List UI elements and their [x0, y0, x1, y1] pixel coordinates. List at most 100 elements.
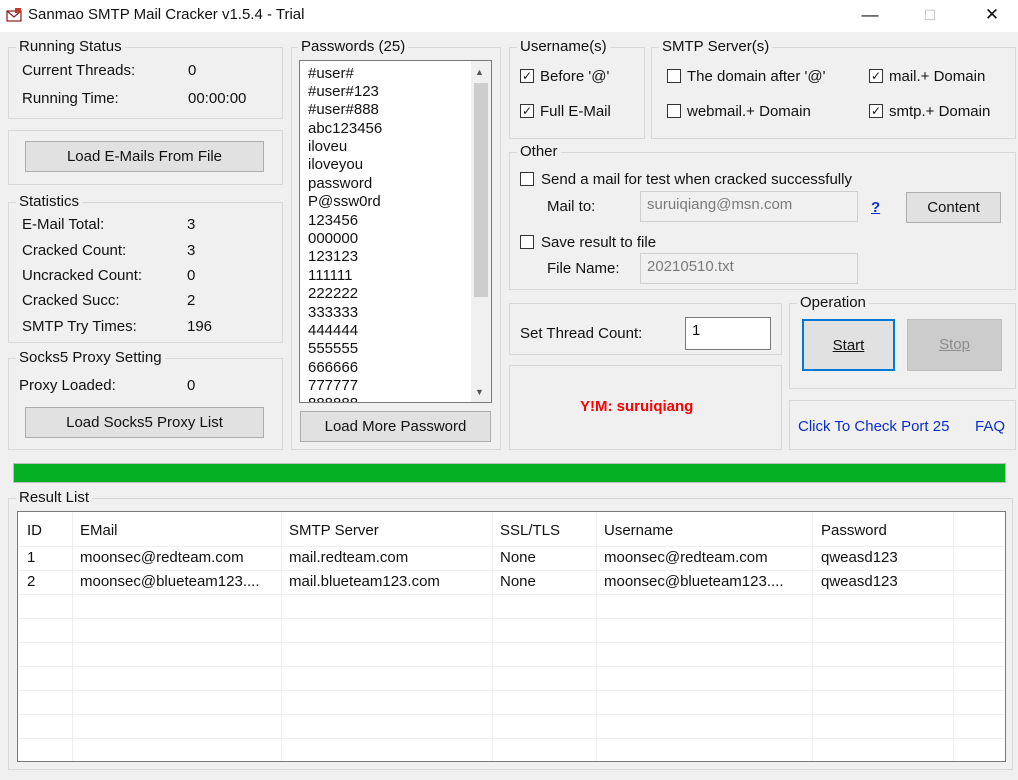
list-item[interactable]: 123123 — [308, 248, 358, 265]
column-header-smtp-server[interactable]: SMTP Server — [289, 522, 379, 539]
list-item[interactable]: 222222 — [308, 285, 358, 302]
full-email-checkbox[interactable]: ✓ — [520, 104, 534, 118]
list-item[interactable]: iloveyou — [308, 156, 363, 173]
cell-email: moonsec@blueteam123.... — [80, 573, 260, 590]
minimize-button[interactable]: — — [857, 4, 883, 26]
contact-text: Y!M: suruiqiang — [580, 398, 694, 415]
running-time-value: 00:00:00 — [188, 90, 247, 107]
before-at-checkbox[interactable]: ✓ — [520, 69, 534, 83]
window-title: Sanmao SMTP Mail Cracker v1.5.4 - Trial — [28, 6, 305, 23]
scroll-down-icon[interactable]: ▼ — [475, 387, 484, 397]
list-item[interactable]: P@ssw0rd — [308, 193, 381, 210]
file-name-field[interactable]: 20210510.txt — [640, 253, 858, 284]
domain-after-at-label[interactable]: The domain after '@' — [687, 68, 826, 85]
column-header-id[interactable]: ID — [27, 522, 42, 539]
load-proxy-button[interactable]: Load Socks5 Proxy List — [25, 407, 264, 438]
cell-username: moonsec@blueteam123.... — [604, 573, 784, 590]
send-test-checkbox[interactable] — [520, 172, 534, 186]
operation-title: Operation — [797, 294, 869, 311]
mail-to-label: Mail to: — [547, 198, 596, 215]
proxy-loaded-label: Proxy Loaded: — [19, 377, 116, 394]
scroll-up-icon[interactable]: ▲ — [475, 67, 484, 77]
cell-id: 2 — [27, 573, 36, 590]
proxy-loaded-value: 0 — [187, 377, 196, 394]
column-header-username[interactable]: Username — [604, 522, 673, 539]
list-item[interactable]: 555555 — [308, 340, 358, 357]
webmail-domain-checkbox[interactable] — [667, 104, 681, 118]
proxy-title: Socks5 Proxy Setting — [16, 349, 165, 366]
before-at-label[interactable]: Before '@' — [540, 68, 609, 85]
current-threads-value: 0 — [188, 62, 197, 79]
save-result-checkbox[interactable] — [520, 235, 534, 249]
list-item[interactable]: abc123456 — [308, 120, 382, 137]
usernames-title: Username(s) — [517, 38, 610, 55]
scroll-thumb[interactable] — [474, 83, 488, 297]
smtp-try-times-value: 196 — [187, 318, 213, 335]
running-status-group — [8, 47, 283, 119]
usernames-group — [509, 47, 645, 139]
send-test-label[interactable]: Send a mail for test when cracked succes… — [541, 171, 852, 188]
result-table[interactable]: ID EMail SMTP Server SSL/TLS Username Pa… — [17, 511, 1006, 762]
thread-count-input[interactable]: 1 — [685, 317, 771, 350]
column-header-ssl-tls[interactable]: SSL/TLS — [500, 522, 560, 539]
list-item[interactable]: 000000 — [308, 230, 358, 247]
save-result-label[interactable]: Save result to file — [541, 234, 656, 251]
start-button[interactable]: Start — [802, 319, 895, 371]
list-item[interactable]: 123456 — [308, 212, 358, 229]
list-item[interactable]: 111111 — [308, 267, 353, 284]
smtp-domain-label[interactable]: smtp.+ Domain — [889, 103, 990, 120]
list-item[interactable]: 666666 — [308, 359, 358, 376]
other-title: Other — [517, 143, 561, 160]
list-item[interactable]: 444444 — [308, 322, 358, 339]
load-more-password-button[interactable]: Load More Password — [300, 411, 491, 442]
maximize-button[interactable]: ☐ — [917, 4, 943, 26]
list-item[interactable]: #user# — [308, 65, 354, 82]
full-email-label[interactable]: Full E-Mail — [540, 103, 611, 120]
cracked-count-label: Cracked Count: — [22, 242, 127, 259]
cracked-succ-label: Cracked Succ: — [22, 292, 120, 309]
domain-after-at-checkbox[interactable] — [667, 69, 681, 83]
help-link[interactable]: ? — [871, 199, 880, 216]
current-threads-label: Current Threads: — [22, 62, 136, 79]
cell-smtp-server: mail.blueteam123.com — [289, 573, 440, 590]
column-header-password[interactable]: Password — [821, 522, 887, 539]
list-item[interactable]: 888888 — [308, 395, 358, 402]
thread-count-label: Set Thread Count: — [520, 325, 643, 342]
webmail-domain-label[interactable]: webmail.+ Domain — [687, 103, 811, 120]
app-envelope-icon — [6, 8, 22, 22]
cell-password: qweasd123 — [821, 549, 898, 566]
cell-email: moonsec@redteam.com — [80, 549, 244, 566]
cell-smtp-server: mail.redteam.com — [289, 549, 409, 566]
list-item[interactable]: 777777 — [308, 377, 358, 394]
list-item[interactable]: #user#123 — [308, 83, 379, 100]
content-button[interactable]: Content — [906, 192, 1001, 223]
progress-bar — [13, 463, 1006, 483]
column-header-email[interactable]: EMail — [80, 522, 118, 539]
cell-ssl-tls: None — [500, 549, 536, 566]
progress-fill — [14, 464, 1005, 482]
check-port-link[interactable]: Click To Check Port 25 — [798, 418, 949, 435]
close-button[interactable]: ✕ — [979, 4, 1005, 26]
uncracked-count-value: 0 — [187, 267, 196, 284]
list-item[interactable]: 333333 — [308, 304, 358, 321]
faq-link[interactable]: FAQ — [975, 418, 1005, 435]
mail-to-field[interactable]: suruiqiang@msn.com — [640, 191, 858, 222]
password-list[interactable]: #user# #user#123 #user#888 abc123456 ilo… — [299, 60, 492, 403]
password-scrollbar[interactable]: ▲ ▼ — [471, 61, 491, 402]
passwords-title: Passwords (25) — [298, 38, 409, 55]
mail-domain-label[interactable]: mail.+ Domain — [889, 68, 985, 85]
statistics-title: Statistics — [16, 193, 83, 210]
cell-id: 1 — [27, 549, 36, 566]
smtp-servers-title: SMTP Server(s) — [659, 38, 773, 55]
list-item[interactable]: iloveu — [308, 138, 347, 155]
load-emails-button[interactable]: Load E-Mails From File — [25, 141, 264, 172]
stop-button[interactable]: Stop — [907, 319, 1002, 371]
smtp-servers-group — [651, 47, 1016, 139]
cracked-succ-value: 2 — [187, 292, 196, 309]
smtp-try-times-label: SMTP Try Times: — [22, 318, 137, 335]
mail-domain-checkbox[interactable]: ✓ — [869, 69, 883, 83]
list-item[interactable]: password — [308, 175, 372, 192]
list-item[interactable]: #user#888 — [308, 101, 379, 118]
smtp-domain-checkbox[interactable]: ✓ — [869, 104, 883, 118]
running-time-label: Running Time: — [22, 90, 119, 107]
